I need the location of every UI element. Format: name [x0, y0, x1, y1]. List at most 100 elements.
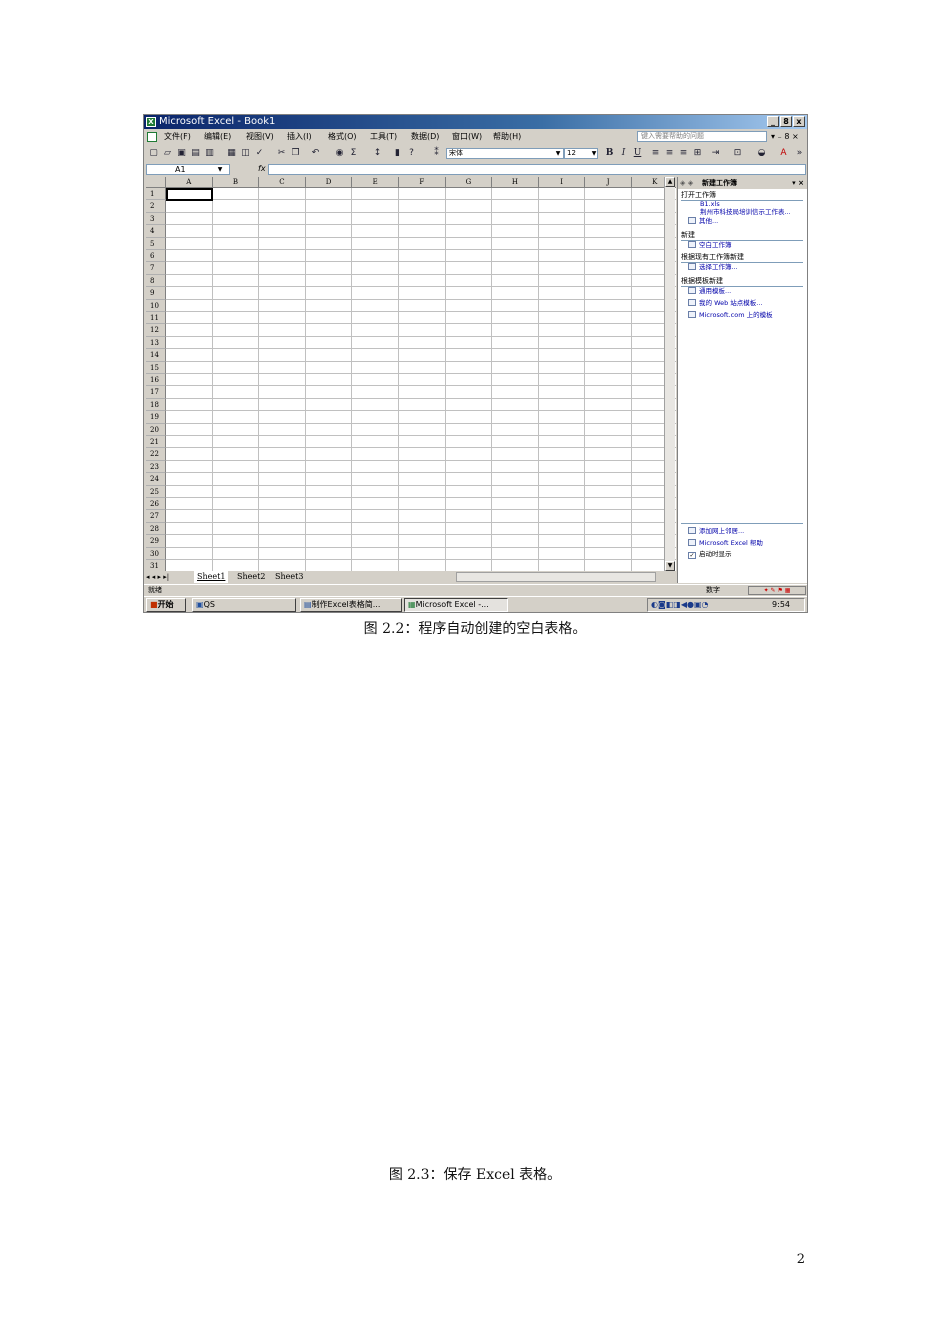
select-all-corner[interactable] [146, 177, 166, 188]
menu-insert[interactable]: 插入(I) [287, 130, 312, 144]
scroll-down-icon[interactable]: ▼ [665, 561, 675, 571]
menu-tools[interactable]: 工具(T) [370, 130, 397, 144]
help-search-input[interactable]: 键入需要帮助的问题 [637, 131, 767, 142]
row-header-17[interactable]: 17 [146, 386, 166, 399]
row-header-14[interactable]: 14 [146, 349, 166, 362]
column-header-b[interactable]: B [212, 177, 260, 188]
menu-edit[interactable]: 编辑(E) [204, 130, 231, 144]
menu-view[interactable]: 视图(V) [246, 130, 274, 144]
save-icon[interactable]: ▣ [176, 148, 187, 159]
sheet-nav-buttons[interactable]: ◂ ◂ ▸ ▸| [146, 571, 169, 583]
close-button[interactable]: x [793, 116, 805, 127]
tray-icons[interactable]: ◐◙◧◨◀●▣◔ [651, 599, 709, 611]
insert-function-icon[interactable]: fx [258, 164, 266, 173]
row-header-13[interactable]: 13 [146, 336, 166, 350]
row-header-22[interactable]: 22 [146, 448, 166, 461]
task-excel[interactable]: ▦Microsoft Excel -... [404, 598, 508, 612]
show-at-startup-checkbox[interactable]: ✓ 启动时显示 [688, 550, 732, 559]
excel-help-link[interactable]: Microsoft Excel 帮助 [688, 539, 763, 548]
column-header-j[interactable]: J [585, 177, 632, 188]
align-left-icon[interactable]: ≡ [650, 148, 661, 159]
row-header-11[interactable]: 11 [146, 312, 166, 325]
cut-icon[interactable]: ✂ [276, 148, 287, 159]
column-header-c[interactable]: C [259, 177, 306, 188]
sort-ascending-icon[interactable]: ↕ [372, 148, 383, 159]
increase-indent-icon[interactable]: ⇥ [710, 148, 721, 159]
minimize-button[interactable]: _ [767, 116, 779, 127]
row-header-29[interactable]: 29 [146, 535, 166, 548]
column-header-g[interactable]: G [445, 177, 493, 188]
online-templates-link[interactable]: Microsoft.com 上的模板 [688, 311, 773, 320]
row-header-7[interactable]: 7 [146, 262, 166, 275]
worksheet-grid[interactable]: ABCDEFGHIJK 1 2 3 4 5 6 7 8 9 10 11 12 13 14 15 16 17 18 1… [146, 177, 676, 571]
autosum-icon[interactable]: Σ [348, 148, 359, 159]
spelling-icon[interactable]: ✓ [254, 148, 265, 159]
sheet-tab-2[interactable]: Sheet2 [234, 571, 268, 583]
row-header-8[interactable]: 8 [146, 274, 166, 288]
maximize-button[interactable]: 8 [780, 116, 792, 127]
horizontal-scrollbar[interactable] [456, 572, 656, 582]
row-header-23[interactable]: 23 [146, 460, 166, 474]
row-header-15[interactable]: 15 [146, 361, 166, 374]
row-header-12[interactable]: 12 [146, 324, 166, 337]
menu-data[interactable]: 数据(D) [411, 130, 439, 144]
sheet-tab-1[interactable]: Sheet1 [194, 571, 229, 583]
row-header-20[interactable]: 20 [146, 423, 166, 436]
email-icon[interactable]: ▥ [204, 148, 215, 159]
column-header-d[interactable]: D [305, 177, 353, 188]
font-color-icon[interactable]: A [778, 148, 789, 159]
column-header-h[interactable]: H [492, 177, 539, 188]
row-header-3[interactable]: 3 [146, 212, 166, 226]
row-header-10[interactable]: 10 [146, 299, 166, 312]
copy-icon[interactable]: ❐ [290, 148, 301, 159]
font-name-select[interactable]: 宋体 [446, 148, 564, 159]
add-network-place-link[interactable]: 添加网上邻居... [688, 527, 744, 536]
row-header-30[interactable]: 30 [146, 547, 166, 560]
start-button[interactable]: ■开始 [146, 598, 186, 612]
task-pane-close-icon[interactable]: ▾ × [792, 177, 804, 189]
column-header-i[interactable]: I [538, 177, 586, 188]
row-header-18[interactable]: 18 [146, 398, 166, 412]
menu-help[interactable]: 帮助(H) [493, 130, 521, 144]
italic-button[interactable]: I [618, 148, 629, 159]
row-header-31[interactable]: 31 [146, 560, 166, 571]
chart-wizard-icon[interactable]: ▮ [392, 148, 403, 159]
menu-window[interactable]: 窗口(W) [452, 130, 482, 144]
row-header-19[interactable]: 19 [146, 411, 166, 424]
permission-icon[interactable]: ▤ [190, 148, 201, 159]
print-preview-icon[interactable]: ◫ [240, 148, 251, 159]
choose-workbook-link[interactable]: 选择工作簿... [688, 263, 738, 272]
new-icon[interactable]: ▢ [148, 148, 159, 159]
workbook-icon[interactable] [147, 132, 157, 142]
underline-button[interactable]: U [632, 148, 643, 159]
font-size-dropdown-icon[interactable]: ▼ [590, 148, 598, 159]
row-header-4[interactable]: 4 [146, 225, 166, 238]
open-other-link[interactable]: 其他... [688, 217, 718, 226]
align-center-icon[interactable]: ≡ [664, 148, 675, 159]
undo-icon[interactable]: ↶ [310, 148, 321, 159]
toolbar-more-icon[interactable]: » [794, 148, 805, 159]
blank-workbook-link[interactable]: 空白工作簿 [688, 241, 732, 250]
column-header-f[interactable]: F [399, 177, 446, 188]
web-templates-link[interactable]: 我的 Web 站点模板... [688, 299, 763, 308]
ime-toolbar-icon[interactable]: ✦ ✎ ⚑ ▦ [748, 586, 806, 595]
vertical-scrollbar[interactable]: ▲ ▼ [664, 177, 675, 571]
formula-input[interactable] [268, 164, 806, 175]
doc-window-controls[interactable]: ▾ ₋ 8 × [771, 130, 799, 144]
help-icon[interactable]: ? [406, 148, 417, 159]
row-header-6[interactable]: 6 [146, 250, 166, 263]
quick-launch-qs[interactable]: ▣QS [192, 598, 296, 612]
column-header-e[interactable]: E [352, 177, 399, 188]
row-header-24[interactable]: 24 [146, 473, 166, 486]
task-word-document[interactable]: ▤制作Excel表格简... [300, 598, 402, 612]
general-templates-link[interactable]: 通用模板... [688, 287, 731, 296]
menu-file[interactable]: 文件(F) [164, 130, 191, 144]
row-header-1[interactable]: 1 [146, 188, 166, 201]
fill-color-icon[interactable]: ◒ [756, 148, 767, 159]
row-header-5[interactable]: 5 [146, 237, 166, 250]
row-header-28[interactable]: 28 [146, 522, 166, 536]
borders-icon[interactable]: ⊡ [732, 148, 743, 159]
row-header-25[interactable]: 25 [146, 485, 166, 498]
open-icon[interactable]: ▱ [162, 148, 173, 159]
row-header-2[interactable]: 2 [146, 200, 166, 213]
